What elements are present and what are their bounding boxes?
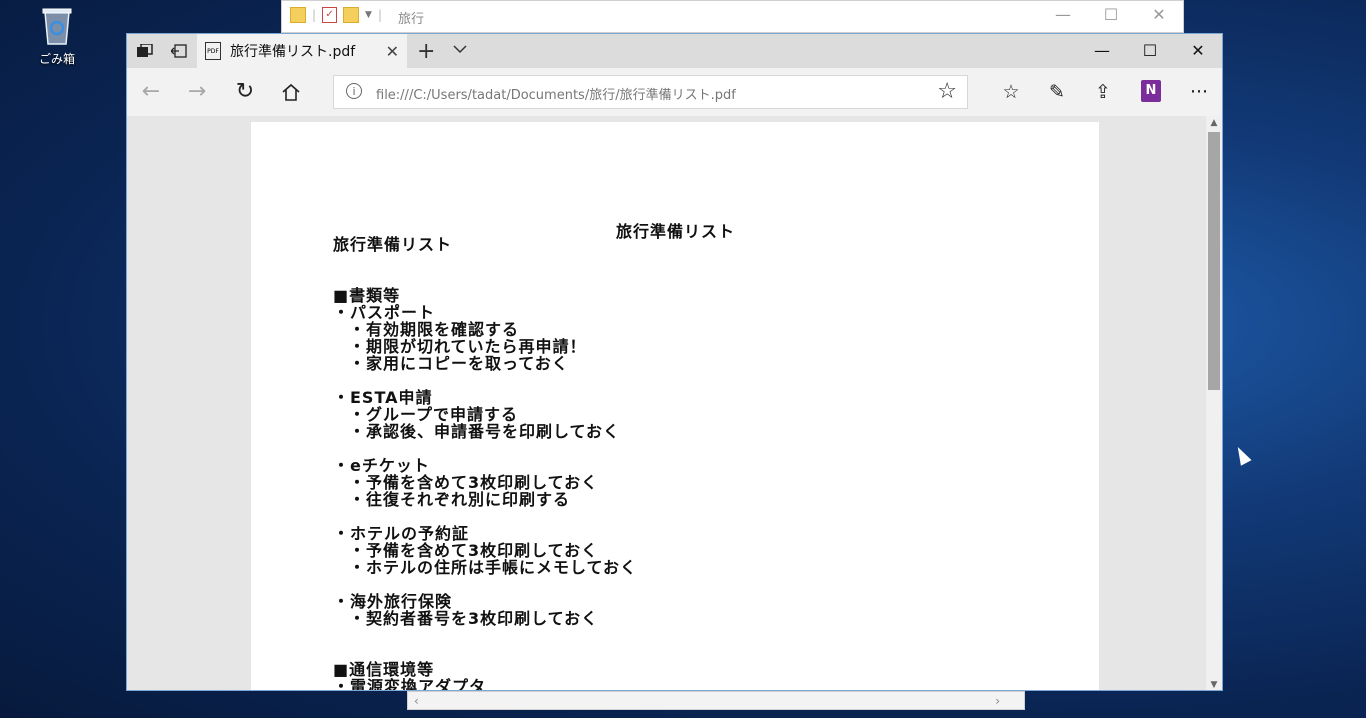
explorer-maximize-button[interactable]: ☐ xyxy=(1087,1,1135,29)
share-icon[interactable]: ⇪ xyxy=(1085,76,1121,108)
minimize-button[interactable]: — xyxy=(1078,34,1126,68)
folder-icon[interactable] xyxy=(290,7,306,23)
scroll-right-icon[interactable]: › xyxy=(995,694,1000,708)
tab-close-icon[interactable]: ✕ xyxy=(386,42,399,61)
pdf-line: 旅行準備リスト xyxy=(333,235,453,254)
pdf-line: ・パスポート xyxy=(333,303,436,322)
pdf-line: ・期限が切れていたら再申請！ xyxy=(349,337,587,356)
recycle-bin-label: ごみ箱 xyxy=(38,52,75,66)
recycle-bin-icon xyxy=(39,4,75,46)
explorer-close-button[interactable]: ✕ xyxy=(1135,1,1183,29)
quick-access-toolbar: | ✓ ▼ | xyxy=(290,7,382,23)
pen-icon[interactable]: ✎ xyxy=(1039,76,1075,108)
refresh-icon[interactable]: ↻ xyxy=(227,76,263,108)
tab-preview-icon[interactable] xyxy=(129,34,161,68)
new-tab-icon[interactable]: + xyxy=(417,39,435,64)
pdf-line: ・契約者番号を3枚印刷しておく xyxy=(349,609,599,628)
pdf-line: ・予備を含めて3枚印刷しておく xyxy=(349,473,599,492)
pdf-file-icon: PDF xyxy=(205,42,221,60)
onenote-icon[interactable]: N xyxy=(1141,80,1161,102)
tab-pdf[interactable]: PDF 旅行準備リスト.pdf ✕ xyxy=(197,34,407,68)
set-aside-tabs-icon[interactable] xyxy=(163,34,195,68)
properties-icon[interactable]: ✓ xyxy=(322,7,338,23)
tab-title: 旅行準備リスト.pdf xyxy=(230,44,356,60)
pdf-body: 旅行準備リスト ■書類等 ・パスポート ・有効期限を確認する ・期限が切れていたら再申請… xyxy=(333,235,638,691)
pdf-line: ■書類等 xyxy=(333,286,401,305)
tab-bar: PDF 旅行準備リスト.pdf ✕ + — ☐ ✕ xyxy=(127,34,1222,68)
navigation-bar: ← → ↻ i file:///C:/Users/tadat/Documents… xyxy=(127,68,1222,116)
edge-window: PDF 旅行準備リスト.pdf ✕ + — ☐ ✕ ← → ↻ i file:/… xyxy=(126,33,1223,691)
maximize-button[interactable]: ☐ xyxy=(1126,34,1174,68)
pdf-line: ・電源変換アダプタ xyxy=(333,677,487,691)
horizontal-scrollbar[interactable]: ‹ › xyxy=(407,691,1025,710)
pdf-page: 旅行準備リスト 旅行準備リスト ■書類等 ・パスポート ・有効期限を確認する ・期限が切… xyxy=(251,122,1099,691)
explorer-title: 旅行 xyxy=(398,12,425,27)
info-icon[interactable]: i xyxy=(346,83,362,99)
pdf-line: ・有効期限を確認する xyxy=(349,320,520,339)
customize-toolbar-icon[interactable]: ▼ xyxy=(365,10,372,20)
address-bar[interactable]: i file:///C:/Users/tadat/Documents/旅行/旅行… xyxy=(333,75,968,109)
explorer-window[interactable]: | ✓ ▼ | 旅行 — ☐ ✕ xyxy=(281,0,1184,33)
scrollbar-thumb[interactable] xyxy=(1208,132,1220,390)
pdf-line: ・グループで申請する xyxy=(349,405,519,424)
forward-arrow-icon[interactable]: → xyxy=(179,76,215,108)
recycle-bin-desktop-icon[interactable]: ごみ箱 xyxy=(30,4,84,67)
close-button[interactable]: ✕ xyxy=(1174,34,1222,68)
pdf-line: ・家用にコピーを取っておく xyxy=(349,354,569,373)
address-url[interactable]: file:///C:/Users/tadat/Documents/旅行/旅行準備… xyxy=(376,84,736,103)
pdf-line: ■通信環境等 xyxy=(333,660,435,679)
mouse-cursor-icon xyxy=(1232,444,1252,466)
pdf-line: ・eチケット xyxy=(333,456,430,475)
pdf-line: ・往復それぞれ別に印刷する xyxy=(349,490,571,509)
back-arrow-icon[interactable]: ← xyxy=(133,76,169,108)
chevron-down-icon[interactable] xyxy=(453,42,467,58)
home-icon[interactable] xyxy=(273,76,309,108)
pdf-line: ・海外旅行保険 xyxy=(333,592,453,611)
pdf-line: ・ESTA申請 xyxy=(333,388,433,407)
more-icon[interactable]: ··· xyxy=(1181,76,1217,108)
vertical-scrollbar[interactable]: ▲ ▼ xyxy=(1206,116,1222,690)
pdf-line: ・承認後、申請番号を印刷しておく xyxy=(349,422,621,441)
pdf-line: ・ホテルの予約証 xyxy=(333,524,470,543)
scroll-up-icon[interactable]: ▲ xyxy=(1206,116,1222,130)
pdf-line: ・ホテルの住所は手帳にメモしておく xyxy=(349,558,638,577)
favorites-icon[interactable]: ☆ xyxy=(993,76,1029,108)
scroll-down-icon[interactable]: ▼ xyxy=(1206,678,1222,690)
new-folder-icon[interactable] xyxy=(343,7,360,23)
favorite-star-icon[interactable]: ☆ xyxy=(937,79,957,104)
explorer-minimize-button[interactable]: — xyxy=(1039,1,1087,29)
scroll-left-icon[interactable]: ‹ xyxy=(414,694,419,708)
pdf-line: ・予備を含めて3枚印刷しておく xyxy=(349,541,599,560)
pdf-viewer[interactable]: 旅行準備リスト 旅行準備リスト ■書類等 ・パスポート ・有効期限を確認する ・期限が切… xyxy=(127,116,1222,691)
